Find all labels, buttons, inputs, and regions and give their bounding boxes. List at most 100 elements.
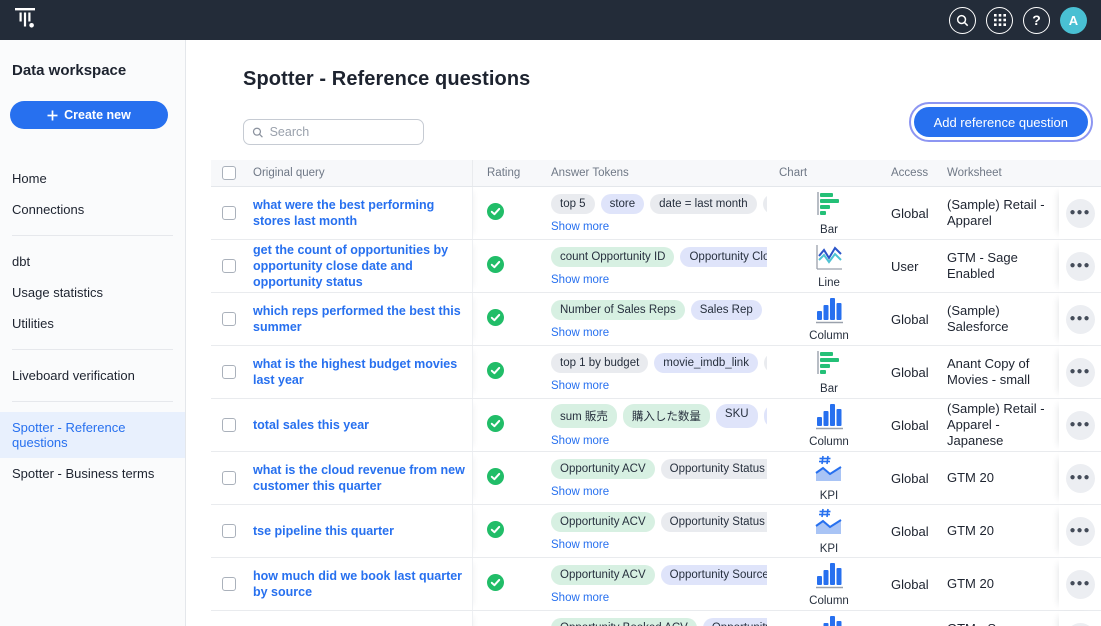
- answer-tokens: top 1 by budgetmovie_imdb_linkc: [551, 353, 767, 373]
- show-more-link[interactable]: Show more: [551, 592, 609, 604]
- row-actions-button[interactable]: ●●●: [1066, 517, 1095, 546]
- sidebar-item-liveboard-verification[interactable]: Liveboard verification: [0, 360, 185, 391]
- sidebar-item-connections[interactable]: Connections: [0, 194, 185, 225]
- row-actions-button[interactable]: ●●●: [1066, 464, 1095, 493]
- worksheet-value: GTM 20: [941, 470, 1059, 486]
- answer-token-pill: date = last month: [650, 194, 757, 214]
- top-navigation-bar: ? A: [0, 0, 1101, 40]
- page-title: Spotter - Reference questions: [243, 68, 1101, 91]
- chart-type-line-icon: [814, 244, 844, 275]
- table-row: tse pipeline this quarterOpportunity ACV…: [211, 505, 1101, 558]
- chart-type-bar-icon: [814, 191, 844, 222]
- worksheet-value: GTM - Sage Enabled: [941, 250, 1059, 282]
- help-icon[interactable]: ?: [1023, 7, 1050, 34]
- table-row: what is the highest budget movies last y…: [211, 346, 1101, 399]
- show-more-link[interactable]: Show more: [551, 380, 609, 392]
- show-more-link[interactable]: Show more: [551, 486, 609, 498]
- sidebar-item-usage-statistics[interactable]: Usage statistics: [0, 277, 185, 308]
- table-header-row: Original query Rating Answer Tokens Char…: [211, 160, 1101, 187]
- worksheet-value: GTM - Sage Enabled: [941, 621, 1059, 626]
- show-more-link[interactable]: Show more: [551, 221, 609, 233]
- answer-token-pill: Opportunity ACV: [551, 565, 655, 585]
- apps-grid-icon[interactable]: [986, 7, 1013, 34]
- column-header-worksheet: Worksheet: [941, 165, 1059, 181]
- row-actions-button[interactable]: ●●●: [1066, 252, 1095, 281]
- row-checkbox[interactable]: [222, 312, 236, 326]
- worksheet-value: (Sample) Salesforce: [941, 303, 1059, 335]
- query-link[interactable]: which reps performed the best this summe…: [253, 303, 466, 335]
- select-all-checkbox[interactable]: [222, 166, 236, 180]
- answer-token-pill: Opportunity Source De: [661, 565, 767, 585]
- row-checkbox[interactable]: [222, 206, 236, 220]
- row-checkbox[interactable]: [222, 524, 236, 538]
- user-avatar[interactable]: A: [1060, 7, 1087, 34]
- search-input[interactable]: [270, 125, 415, 139]
- chart-type-label: Column: [809, 595, 849, 607]
- row-checkbox[interactable]: [222, 418, 236, 432]
- worksheet-value: (Sample) Retail - Apparel - Japanese: [941, 401, 1059, 449]
- show-more-link[interactable]: Show more: [551, 327, 609, 339]
- access-value: Global: [885, 577, 941, 592]
- answer-tokens: Opportunity ACVOpportunity Status = 't: [551, 459, 767, 479]
- answer-token-pill: Opportunity S: [703, 618, 767, 626]
- answer-token-pill: count Opportunity ID: [551, 247, 674, 267]
- sidebar-divider: [12, 349, 173, 350]
- answer-token-pill: movie_imdb_link: [654, 353, 758, 373]
- row-actions-button[interactable]: ●●●: [1066, 623, 1095, 626]
- query-link[interactable]: what is the cloud revenue from new custo…: [253, 462, 466, 494]
- row-actions-button[interactable]: ●●●: [1066, 411, 1095, 440]
- search-icon[interactable]: [949, 7, 976, 34]
- column-header-chart: Chart: [773, 167, 885, 179]
- row-actions-button[interactable]: ●●●: [1066, 305, 1095, 334]
- answer-tokens: Number of Sales RepsSales RepCl: [551, 300, 767, 320]
- row-actions-button[interactable]: ●●●: [1066, 358, 1095, 387]
- access-value: Global: [885, 206, 941, 221]
- chart-type-label: Bar: [820, 224, 838, 236]
- access-value: Global: [885, 365, 941, 380]
- query-link[interactable]: what is the highest budget movies last y…: [253, 356, 466, 388]
- show-more-link[interactable]: Show more: [551, 274, 609, 286]
- row-checkbox[interactable]: [222, 365, 236, 379]
- answer-token-pill: ア·: [764, 404, 767, 428]
- show-more-link[interactable]: Show more: [551, 539, 609, 551]
- access-value: Global: [885, 524, 941, 539]
- rating-verified-icon: [487, 256, 504, 273]
- answer-tokens: count Opportunity IDOpportunity Close: [551, 247, 767, 267]
- answer-tokens: sum 販売購入した数量SKUア·: [551, 404, 767, 428]
- query-link[interactable]: how much did we book last quarter by sou…: [253, 568, 466, 600]
- query-link[interactable]: tse pipeline this quarter: [253, 523, 394, 539]
- add-reference-question-button[interactable]: Add reference question: [914, 107, 1088, 137]
- sidebar-item-utilities[interactable]: Utilities: [0, 308, 185, 339]
- main-content: Spotter - Reference questions Add refere…: [186, 40, 1101, 626]
- answer-token-pill: top 5: [551, 194, 595, 214]
- reference-questions-table: Original query Rating Answer Tokens Char…: [211, 160, 1101, 626]
- rating-verified-icon: [487, 468, 504, 485]
- access-value: Global: [885, 418, 941, 433]
- answer-tokens: Opportunity Booked ACVOpportunity S: [551, 618, 767, 626]
- thoughtspot-logo-icon[interactable]: [12, 5, 38, 36]
- answer-token-pill: SKU: [716, 404, 758, 428]
- row-actions-button[interactable]: ●●●: [1066, 570, 1095, 599]
- column-header-original-query: Original query: [253, 167, 325, 179]
- show-more-link[interactable]: Show more: [551, 435, 609, 447]
- answer-token-pill: Opportunity Status = 't: [661, 459, 767, 479]
- workspace-title: Data workspace: [0, 62, 185, 79]
- sidebar-item-spotter-business-terms[interactable]: Spotter - Business terms: [0, 458, 185, 489]
- table-row: bookOpportunity Booked ACVOpportunity SS…: [211, 611, 1101, 626]
- row-actions-button[interactable]: ●●●: [1066, 199, 1095, 228]
- rating-verified-icon: [487, 574, 504, 591]
- column-header-access: Access: [885, 167, 941, 179]
- query-link[interactable]: total sales this year: [253, 417, 369, 433]
- row-checkbox[interactable]: [222, 577, 236, 591]
- row-checkbox[interactable]: [222, 259, 236, 273]
- answer-tokens: Opportunity ACV Opportunity Source De: [551, 565, 767, 585]
- sidebar-item-home[interactable]: Home: [0, 163, 185, 194]
- create-new-button[interactable]: Create new: [10, 101, 168, 129]
- answer-token-pill: Opportunity Status = 'p: [661, 512, 767, 532]
- sidebar-item-spotter-reference-questions[interactable]: Spotter - Reference questions: [0, 412, 185, 458]
- query-link[interactable]: what were the best performing stores las…: [253, 197, 466, 229]
- chart-type-label: Column: [809, 330, 849, 342]
- query-link[interactable]: get the count of opportunities by opport…: [253, 242, 466, 290]
- sidebar-item-dbt[interactable]: dbt: [0, 246, 185, 277]
- row-checkbox[interactable]: [222, 471, 236, 485]
